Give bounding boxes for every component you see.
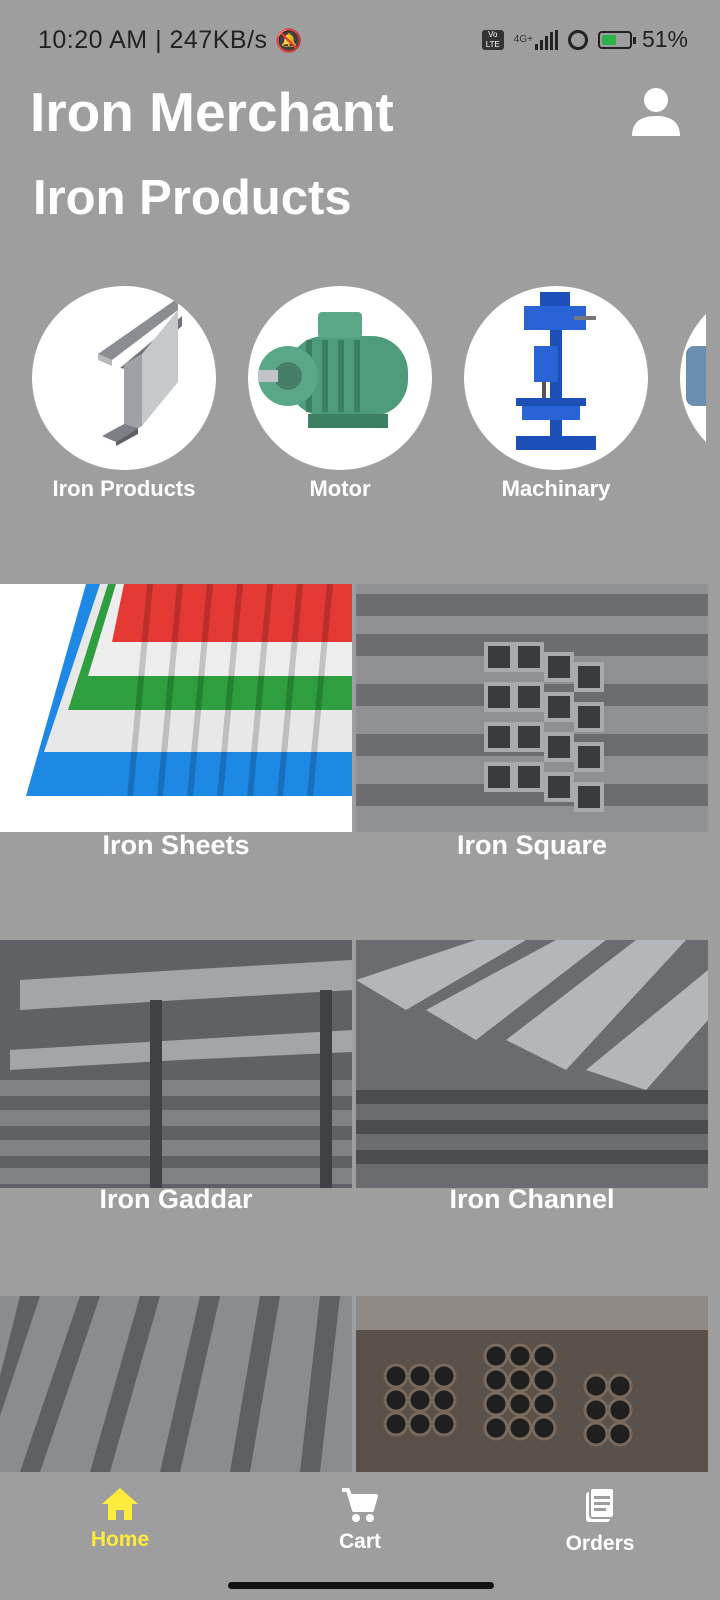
motor-icon	[258, 312, 408, 428]
category-label: Motor	[309, 476, 371, 501]
category-machinary[interactable]: Machinary	[464, 286, 648, 502]
nav-label: Orders	[565, 1532, 635, 1555]
round-pipes-image	[356, 1296, 708, 1472]
battery-icon	[597, 30, 636, 49]
signal-icon	[534, 29, 558, 50]
iron-channel-image	[356, 940, 708, 1188]
nav-home[interactable]: Home	[50, 1472, 190, 1552]
iron-gaddar-image	[0, 940, 352, 1188]
profile-button[interactable]	[630, 86, 682, 138]
nav-orders[interactable]: Orders	[530, 1472, 670, 1556]
bottom-navigation: Home Cart Orders	[0, 1472, 720, 1572]
status-bar: 10:20 AM | 247KB/s 🔕 Vo LTE 4G+ 51%	[0, 0, 720, 80]
i-beam-icon	[98, 298, 182, 446]
product-iron-square[interactable]	[356, 584, 708, 832]
category-label: Iron Products	[52, 476, 196, 501]
nav-label: Home	[90, 1528, 150, 1551]
category-motor[interactable]: Motor	[248, 286, 432, 502]
status-icons: Vo LTE 4G+ 51%	[481, 26, 688, 53]
category-image	[248, 286, 432, 470]
app-title: Iron Merchant	[30, 81, 394, 143]
nav-label: Cart	[338, 1530, 381, 1553]
section-title: Iron Products	[33, 171, 352, 225]
status-time-speed: 10:20 AM | 247KB/s 🔕	[38, 26, 303, 54]
angles-image	[0, 1296, 352, 1472]
product-label: Iron Gaddar	[99, 1184, 253, 1214]
cart-icon	[342, 1488, 378, 1522]
product-iron-gaddar[interactable]	[0, 940, 352, 1188]
drill-press-icon	[516, 292, 596, 450]
category-image	[680, 286, 706, 470]
home-gesture-bar[interactable]	[228, 1582, 494, 1589]
category-next-partial[interactable]	[680, 286, 706, 470]
category-image	[32, 286, 216, 470]
product-iron-channel[interactable]	[356, 940, 708, 1188]
sync-icon	[567, 29, 588, 50]
product-label: Iron Channel	[449, 1184, 615, 1214]
battery-percent: 51%	[641, 26, 688, 52]
person-icon	[632, 88, 680, 136]
product-label: Iron Square	[456, 830, 608, 860]
network-type: 4G+	[513, 34, 533, 45]
category-image	[464, 286, 648, 470]
nav-cart[interactable]: Cart	[290, 1472, 430, 1554]
home-icon	[102, 1488, 138, 1520]
category-carousel[interactable]: Iron Products Motor Machinary	[0, 286, 706, 516]
product-tile-angles[interactable]	[0, 1296, 352, 1472]
bell-muted-icon: 🔕	[274, 28, 303, 53]
category-label: Machinary	[501, 476, 611, 501]
iron-sheets-image	[26, 584, 352, 797]
category-iron-products[interactable]: Iron Products	[32, 286, 216, 502]
orders-icon	[586, 1487, 615, 1522]
iron-square-image	[356, 584, 708, 832]
product-label: Iron Sheets	[102, 830, 250, 860]
product-iron-sheets[interactable]	[0, 584, 352, 832]
volte-icon: Vo LTE	[481, 29, 504, 50]
product-tile-pipes[interactable]	[356, 1296, 708, 1472]
